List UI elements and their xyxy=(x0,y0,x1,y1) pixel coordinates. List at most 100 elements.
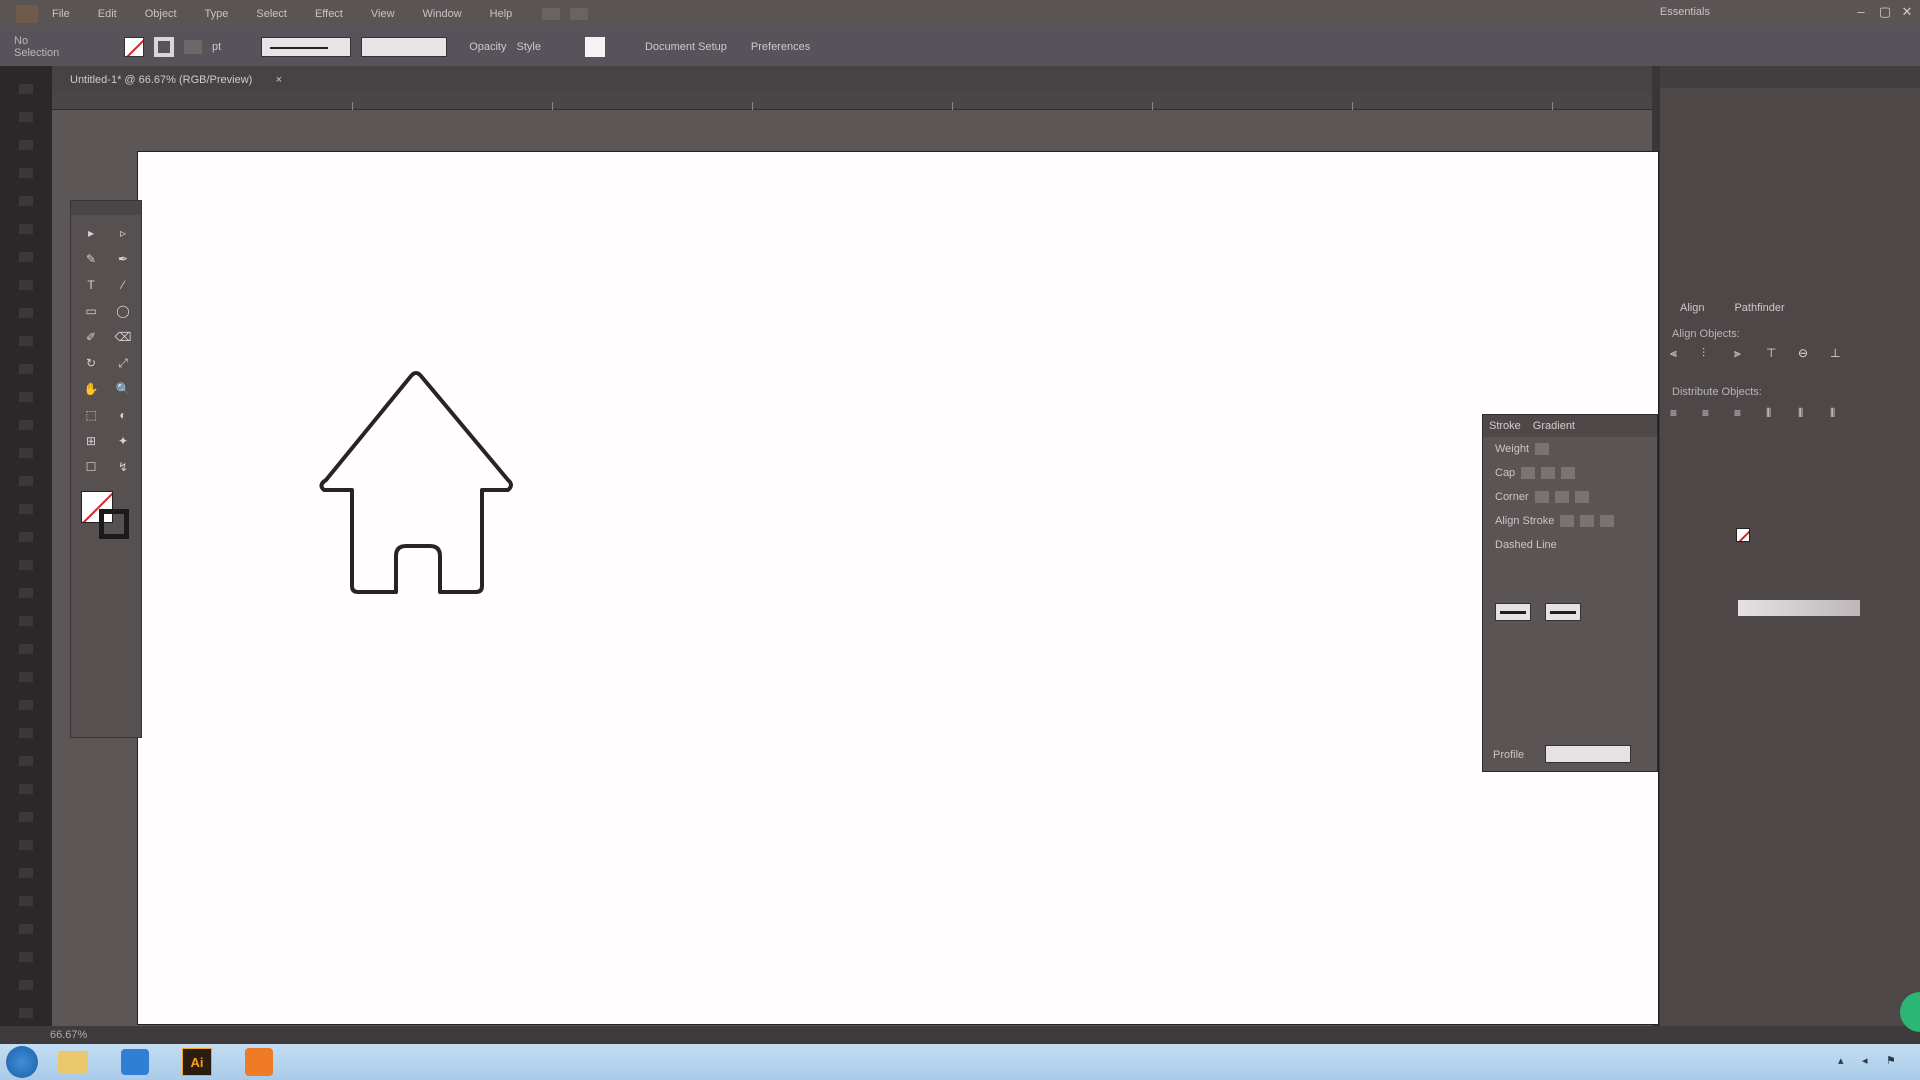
maximize-button[interactable]: ▢ xyxy=(1876,4,1894,20)
butt-cap-icon[interactable] xyxy=(1521,467,1536,479)
fill-none-mini-swatch[interactable] xyxy=(1736,528,1750,542)
rotate-tool-icon[interactable]: ↻ xyxy=(77,353,105,373)
document-setup-button[interactable]: Document Setup xyxy=(645,41,727,53)
brush-definition-select[interactable] xyxy=(361,37,448,57)
align-bottom-icon[interactable]: ⊥ xyxy=(1830,346,1848,362)
align-center-icon[interactable] xyxy=(1560,515,1575,527)
workspace-switcher[interactable]: Essentials xyxy=(1660,6,1710,18)
horizontal-ruler[interactable] xyxy=(52,92,1652,110)
profile-select[interactable] xyxy=(1545,745,1631,763)
taskbar-explorer[interactable] xyxy=(46,1046,100,1078)
projecting-cap-icon[interactable] xyxy=(1561,467,1576,479)
menu-view[interactable]: View xyxy=(357,8,409,20)
minimize-button[interactable]: – xyxy=(1852,4,1870,20)
eraser-tool-icon[interactable]: ⌫ xyxy=(109,327,137,347)
menu-edit[interactable]: Edit xyxy=(84,8,131,20)
gradient-slider[interactable] xyxy=(1738,600,1860,616)
taskbar-illustrator[interactable]: Ai xyxy=(170,1046,224,1078)
zoom-tool-icon[interactable]: 🔍 xyxy=(109,379,137,399)
menu-type[interactable]: Type xyxy=(191,8,243,20)
right-dock-header[interactable] xyxy=(1660,66,1920,88)
zoom-level[interactable]: 66.67% xyxy=(50,1029,87,1041)
taskbar-app-blue[interactable] xyxy=(108,1046,162,1078)
bridge-icon[interactable] xyxy=(542,8,561,20)
shape-builder-tool-icon[interactable]: ◐ xyxy=(109,405,137,425)
menu-select[interactable]: Select xyxy=(242,8,301,20)
house-shape[interactable] xyxy=(319,371,513,594)
taskbar-app-orange[interactable] xyxy=(232,1046,286,1078)
distribute-objects-row: ≡ ≡ ≡ ⦀ ⦀ ⦀ xyxy=(1670,406,1910,422)
tab-pathfinder[interactable]: Pathfinder xyxy=(1734,302,1784,322)
close-window-button[interactable]: ✕ xyxy=(1898,4,1916,20)
round-join-icon[interactable] xyxy=(1554,491,1569,503)
dashed-line-row: Dashed Line xyxy=(1483,533,1657,557)
graphic-style-swatch[interactable] xyxy=(584,37,605,57)
tab-align[interactable]: Align xyxy=(1680,302,1704,322)
slice-tool-icon[interactable]: ↯ xyxy=(109,457,137,477)
close-tab-icon[interactable]: × xyxy=(276,74,282,86)
stroke-panel-header[interactable]: Stroke Gradient xyxy=(1483,415,1657,437)
stroke-weight-unit[interactable]: pt xyxy=(212,41,221,53)
round-cap-icon[interactable] xyxy=(1541,467,1556,479)
magic-wand-tool-icon[interactable]: ✎ xyxy=(77,249,105,269)
mesh-tool-icon[interactable]: ⊞ xyxy=(77,431,105,451)
bevel-join-icon[interactable] xyxy=(1574,491,1589,503)
tab-gradient[interactable]: Gradient xyxy=(1533,420,1575,432)
align-top-icon[interactable]: ⊤ xyxy=(1766,346,1784,362)
align-outside-icon[interactable] xyxy=(1600,515,1615,527)
distribute-right-icon[interactable]: ⦀ xyxy=(1830,406,1848,422)
start-button[interactable] xyxy=(6,1046,38,1078)
network-icon[interactable]: ▴ xyxy=(1838,1054,1852,1068)
distribute-bottom-icon[interactable]: ≡ xyxy=(1734,406,1752,422)
direct-selection-tool-icon[interactable]: ▹ xyxy=(109,223,137,243)
stroke-indicator[interactable] xyxy=(99,509,129,539)
distribute-top-icon[interactable]: ≡ xyxy=(1670,406,1688,422)
align-right-icon[interactable]: ⫸ xyxy=(1734,346,1752,362)
pencil-tool-icon[interactable]: ✐ xyxy=(77,327,105,347)
distribute-left-icon[interactable]: ⦀ xyxy=(1766,406,1784,422)
distribute-vcenter-icon[interactable]: ≡ xyxy=(1702,406,1720,422)
flag-icon[interactable]: ⚑ xyxy=(1886,1054,1900,1068)
align-vcenter-icon[interactable]: ⊖ xyxy=(1798,346,1816,362)
pen-tool-icon[interactable]: ✒ xyxy=(109,249,137,269)
opacity-link[interactable]: Opacity xyxy=(469,41,506,53)
artboard-tool-icon[interactable]: ☐ xyxy=(77,457,105,477)
artboard[interactable] xyxy=(137,151,1659,1025)
stroke-panel: Stroke Gradient Weight Cap Corner Align … xyxy=(1482,414,1658,772)
menu-file[interactable]: File xyxy=(38,8,84,20)
ellipse-tool-icon[interactable]: ◯ xyxy=(109,301,137,321)
stroke-swatch[interactable] xyxy=(154,37,174,57)
style-link[interactable]: Style xyxy=(516,41,540,53)
hand-tool-icon[interactable]: ✋ xyxy=(77,379,105,399)
menu-object[interactable]: Object xyxy=(131,8,191,20)
status-bar: 66.67% xyxy=(0,1026,1920,1044)
volume-icon[interactable]: ◂ xyxy=(1862,1054,1876,1068)
align-left-icon[interactable]: ⫷ xyxy=(1670,346,1688,362)
dashed-line-checkbox[interactable]: Dashed Line xyxy=(1495,539,1557,551)
start-arrowhead-select[interactable] xyxy=(1495,603,1531,621)
menu-help[interactable]: Help xyxy=(476,8,527,20)
tab-stroke[interactable]: Stroke xyxy=(1489,420,1521,432)
menu-window[interactable]: Window xyxy=(409,8,476,20)
selection-tool-icon[interactable]: ▸ xyxy=(77,223,105,243)
distribute-hcenter-icon[interactable]: ⦀ xyxy=(1798,406,1816,422)
scale-tool-icon[interactable]: ⤢ xyxy=(109,353,137,373)
tools-panel-grip[interactable] xyxy=(71,201,141,215)
align-hcenter-icon[interactable]: ⫶ xyxy=(1702,346,1720,362)
end-arrowhead-select[interactable] xyxy=(1545,603,1581,621)
variable-width-profile-select[interactable] xyxy=(261,37,352,57)
line-tool-icon[interactable]: ⁄ xyxy=(109,275,137,295)
menu-effect[interactable]: Effect xyxy=(301,8,357,20)
miter-join-icon[interactable] xyxy=(1534,491,1549,503)
rectangle-tool-icon[interactable]: ▭ xyxy=(77,301,105,321)
document-tab[interactable]: Untitled-1* @ 66.67% (RGB/Preview) × xyxy=(60,70,290,90)
preferences-button[interactable]: Preferences xyxy=(751,41,810,53)
tools-panel: ▸ ▹ ✎ ✒ T ⁄ ▭ ◯ ✐ ⌫ ↻ ⤢ ✋ 🔍 ⬚ ◐ ⊞ ✦ ☐ ↯ xyxy=(70,200,142,738)
type-tool-icon[interactable]: T xyxy=(77,275,105,295)
symbol-sprayer-tool-icon[interactable]: ✦ xyxy=(109,431,137,451)
stroke-weight-stepper[interactable] xyxy=(1535,443,1550,455)
free-transform-tool-icon[interactable]: ⬚ xyxy=(77,405,105,425)
arrange-documents-icon[interactable] xyxy=(570,8,589,20)
fill-none-swatch[interactable] xyxy=(124,37,144,57)
align-inside-icon[interactable] xyxy=(1580,515,1595,527)
